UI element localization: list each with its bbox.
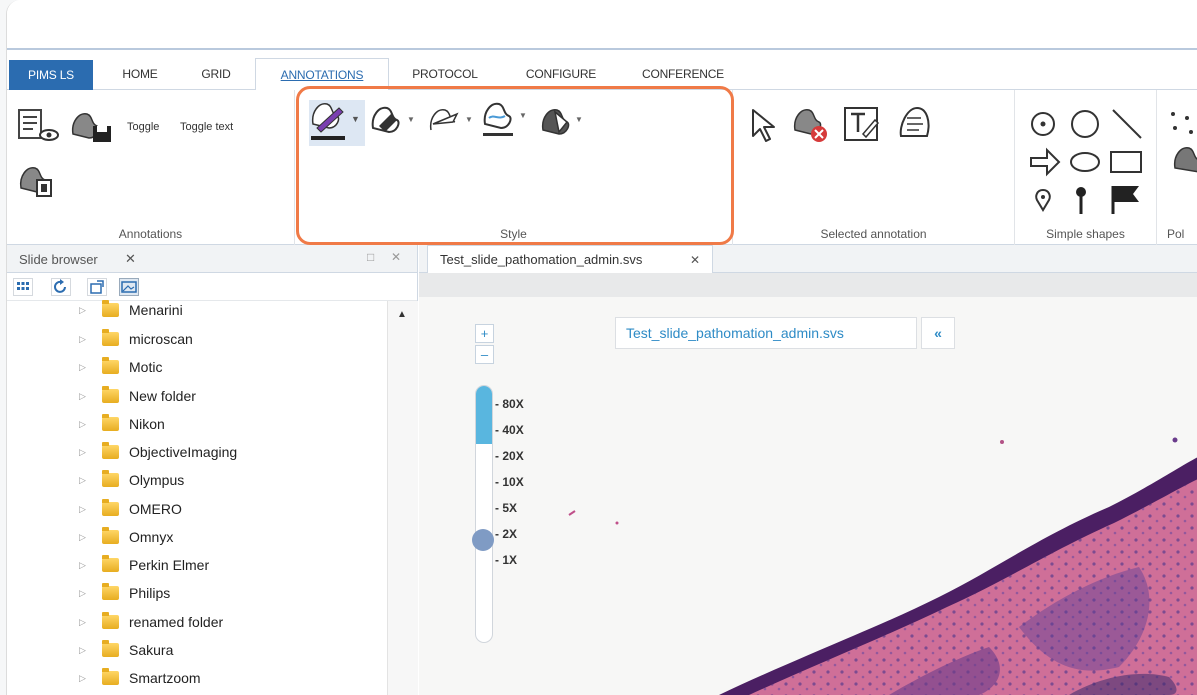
push-pin-icon[interactable] [1076, 187, 1086, 214]
zoom-level-10x[interactable]: - 10X [495, 475, 524, 489]
expand-arrow-icon[interactable]: ▷ [79, 413, 86, 435]
expand-arrow-icon[interactable]: ▷ [79, 498, 86, 520]
selected-annotation-group-label: Selected annotation [820, 227, 927, 241]
shape-tools [1030, 109, 1142, 214]
slide-browser-panel: Slide browser ✕ □ ✕ ▷ Menarini ▷ microscan… [7, 245, 418, 695]
zoom-slider[interactable] [475, 385, 493, 643]
folder-icon [102, 329, 119, 346]
slide-tab-label: Test_slide_pathomation_admin.svs [440, 252, 643, 267]
zoom-in-button[interactable]: + [475, 324, 494, 343]
scroll-up-arrow-icon[interactable]: ▲ [397, 309, 407, 320]
slide-title: Test_slide_pathomation_admin.svs [615, 317, 917, 349]
tissue-image [568, 437, 1197, 695]
simple-shapes-group: Simple shapes [1015, 90, 1157, 245]
application-window: PIMS LS HOME GRID ANNOTATIONS PROTOCOL C… [6, 0, 1197, 695]
close-panel-icon[interactable]: ✕ [125, 251, 136, 267]
thumbnail-view-icon[interactable] [119, 278, 139, 296]
expand-arrow-icon[interactable]: ▷ [79, 385, 86, 407]
tree-scrollbar[interactable]: ▲ [387, 301, 418, 695]
annotation-details-icon[interactable] [897, 106, 937, 144]
selected-annotation-group: Selected annotation [733, 90, 1015, 245]
tab-pims-ls[interactable]: PIMS LS [9, 60, 93, 90]
save-annotation-icon[interactable] [69, 108, 117, 144]
zoom-slider-handle[interactable] [472, 529, 494, 551]
folder-icon [102, 300, 119, 317]
folder-icon [102, 386, 119, 403]
expand-arrow-icon[interactable]: ▷ [79, 611, 86, 633]
slide-browser-toolbar [7, 273, 417, 301]
expand-arrow-icon[interactable]: ▷ [79, 639, 86, 661]
folder-icon [102, 357, 119, 374]
slide-tab[interactable]: Test_slide_pathomation_admin.svs ✕ [427, 245, 713, 273]
refresh-icon[interactable] [51, 278, 71, 296]
simple-shapes-group-label: Simple shapes [1046, 227, 1125, 241]
folder-icon [102, 442, 119, 459]
slide-browser-header: Slide browser ✕ □ ✕ [7, 245, 417, 273]
expand-arrow-icon[interactable]: ▷ [79, 469, 86, 491]
zoom-level-40x[interactable]: - 40X [495, 423, 524, 437]
expand-arrow-icon[interactable]: ▷ [79, 526, 86, 548]
ellipse-icon[interactable] [1070, 152, 1100, 172]
poly-tools-icon[interactable] [1169, 108, 1197, 178]
export-icon[interactable] [87, 278, 107, 296]
expand-arrow-icon[interactable]: ▷ [79, 356, 86, 378]
toggle-text-label[interactable]: Toggle text [180, 121, 233, 133]
expand-arrow-icon[interactable]: ▷ [79, 582, 86, 604]
folder-icon [102, 499, 119, 516]
zoom-level-80x[interactable]: - 80X [495, 397, 524, 411]
zoom-level-5x[interactable]: - 5X [495, 501, 517, 515]
toggle-label[interactable]: Toggle [127, 121, 159, 133]
zoom-level-20x[interactable]: - 20X [495, 449, 524, 463]
slide-viewer: Test_slide_pathomation_admin.svs ✕ Test_… [419, 245, 1197, 695]
folder-tree: ▷ Menarini ▷ microscan ▷ Motic ▷ New folder … [7, 299, 387, 695]
delete-annotation-icon[interactable] [791, 106, 833, 146]
poly-group-label: Pol [1167, 227, 1185, 241]
grid-view-icon[interactable] [13, 278, 33, 296]
poly-group: Pol [1157, 90, 1197, 245]
expand-arrow-icon[interactable]: ▷ [79, 328, 86, 350]
folder-icon [102, 640, 119, 657]
folder-icon [102, 470, 119, 487]
annotations-group-label: Annotations [118, 227, 183, 241]
annotations-group: Toggle Toggle text Annotations [7, 90, 295, 245]
slide-canvas[interactable]: Test_slide_pathomation_admin.svs « + – -… [419, 297, 1197, 695]
expand-arrow-icon[interactable]: ▷ [79, 554, 86, 576]
tab-grid[interactable]: GRID [181, 58, 251, 90]
maximize-panel-icon[interactable]: □ [367, 250, 374, 264]
folder-icon [102, 668, 119, 685]
style-group-highlight [296, 86, 734, 245]
viewer-toolbar-strip [419, 273, 1197, 297]
zoom-slider-fill [476, 386, 492, 444]
expand-arrow-icon[interactable]: ▷ [79, 441, 86, 463]
annotation-copy-icon[interactable] [17, 160, 57, 200]
slide-browser-title: Slide browser [19, 252, 98, 267]
zoom-level-1x[interactable]: - 1X [495, 553, 517, 567]
folder-icon [102, 527, 119, 544]
arrow-icon[interactable] [1030, 147, 1061, 177]
expand-arrow-icon[interactable]: ▷ [79, 299, 86, 321]
zoom-out-button[interactable]: – [475, 345, 494, 364]
edit-text-icon[interactable] [843, 106, 883, 144]
circle-icon[interactable] [1071, 110, 1099, 138]
zoom-level-2x[interactable]: - 2X [495, 527, 517, 541]
tab-home[interactable]: HOME [103, 58, 177, 90]
select-pointer-icon[interactable] [749, 108, 781, 144]
folder-icon [102, 583, 119, 600]
rectangle-icon[interactable] [1110, 151, 1142, 173]
folder-icon [102, 612, 119, 629]
flag-icon[interactable] [1111, 186, 1139, 214]
expand-arrow-icon[interactable]: ▷ [79, 667, 86, 689]
annotation-list-icon[interactable] [17, 108, 61, 144]
line-icon[interactable] [1112, 109, 1142, 139]
collapse-button[interactable]: « [921, 317, 955, 349]
close-pane-icon[interactable]: ✕ [391, 250, 401, 264]
point-circle-icon[interactable] [1031, 112, 1055, 136]
title-bar [7, 0, 1197, 50]
folder-icon [102, 555, 119, 572]
location-pin-icon[interactable] [1035, 188, 1051, 212]
viewer-tab-bar: Test_slide_pathomation_admin.svs ✕ [419, 245, 1197, 273]
folder-icon [102, 414, 119, 431]
close-tab-icon[interactable]: ✕ [690, 246, 700, 274]
